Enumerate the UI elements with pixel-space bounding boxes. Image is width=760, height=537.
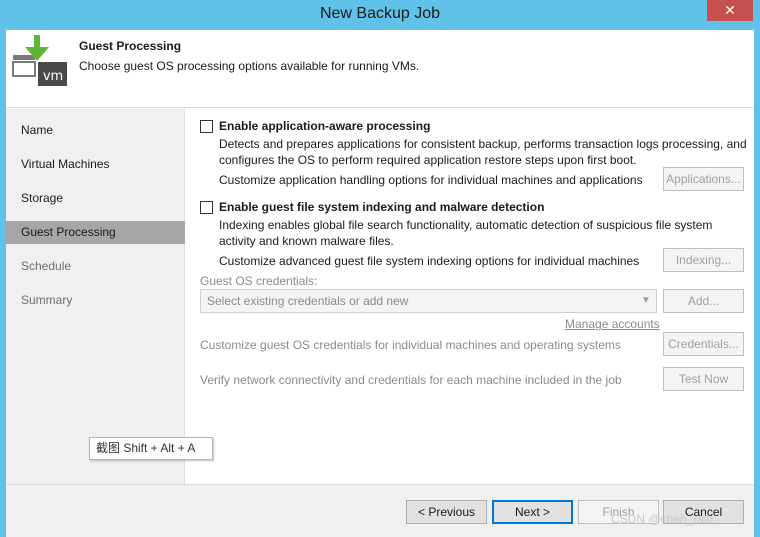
wizard-header: vm Guest Processing Choose guest OS proc… (6, 30, 754, 108)
sidebar-item-summary[interactable]: Summary (6, 289, 185, 312)
credentials-select-value: Select existing credentials or add new (207, 294, 409, 308)
wizard-steps-sidebar: Name Virtual Machines Storage Guest Proc… (6, 109, 185, 484)
guest-processing-panel: Enable application-aware processing Dete… (186, 109, 754, 484)
wizard-footer: < Previous Next > Finish Cancel (6, 484, 754, 537)
app-aware-description-line2: configures the OS to perform required ap… (219, 153, 637, 167)
vm-icon-text: vm (43, 69, 63, 84)
app-aware-description-line1: Detects and prepares applications for co… (219, 137, 747, 151)
credentials-select[interactable]: Select existing credentials or add new ▼ (200, 289, 657, 313)
indexing-checkbox[interactable] (200, 201, 213, 214)
sidebar-item-name[interactable]: Name (6, 119, 185, 142)
sidebar-item-guest-processing[interactable]: Guest Processing (6, 221, 185, 244)
page-subtitle: Choose guest OS processing options avail… (79, 59, 420, 73)
add-credentials-button[interactable]: Add... (663, 289, 744, 313)
indexing-customize-text: Customize advanced guest file system ind… (219, 254, 640, 268)
dialog-client: vm Guest Processing Choose guest OS proc… (6, 30, 754, 537)
applications-button[interactable]: Applications... (663, 167, 744, 191)
title-bar[interactable]: New Backup Job ✕ (0, 0, 760, 30)
sidebar-item-storage[interactable]: Storage (6, 187, 185, 210)
manage-accounts-link[interactable]: Manage accounts (565, 317, 660, 331)
sidebar-item-virtual-machines[interactable]: Virtual Machines (6, 153, 185, 176)
credentials-button[interactable]: Credentials... (663, 332, 744, 356)
screenshot-tooltip: 截图 Shift + Alt + A (89, 437, 213, 460)
indexing-button[interactable]: Indexing... (663, 248, 744, 272)
dialog-window: New Backup Job ✕ vm Guest Processing Cho… (0, 0, 760, 537)
app-aware-processing-checkbox[interactable] (200, 120, 213, 133)
window-title: New Backup Job (319, 5, 441, 22)
app-aware-processing-label: Enable application-aware processing (219, 119, 431, 133)
close-button[interactable]: ✕ (707, 0, 753, 21)
next-button[interactable]: Next > (492, 500, 573, 524)
guest-os-credentials-label: Guest OS credentials: (200, 274, 318, 288)
vm-download-icon: vm (11, 35, 69, 91)
indexing-label: Enable guest file system indexing and ma… (219, 200, 545, 214)
indexing-description-line2: activity and known malware files. (219, 234, 394, 248)
watermark: CSDN @chen_rain (611, 512, 714, 526)
chevron-down-icon: ▼ (641, 295, 651, 306)
indexing-description-line1: Indexing enables global file search func… (219, 218, 713, 232)
page-title: Guest Processing (79, 39, 182, 53)
verify-connectivity-text: Verify network connectivity and credenti… (200, 373, 622, 387)
sidebar-item-schedule[interactable]: Schedule (6, 255, 185, 278)
close-icon: ✕ (724, 2, 736, 18)
previous-button[interactable]: < Previous (406, 500, 487, 524)
credentials-customize-text: Customize guest OS credentials for indiv… (200, 338, 621, 352)
test-now-button[interactable]: Test Now (663, 367, 744, 391)
app-aware-customize-text: Customize application handling options f… (219, 173, 643, 187)
